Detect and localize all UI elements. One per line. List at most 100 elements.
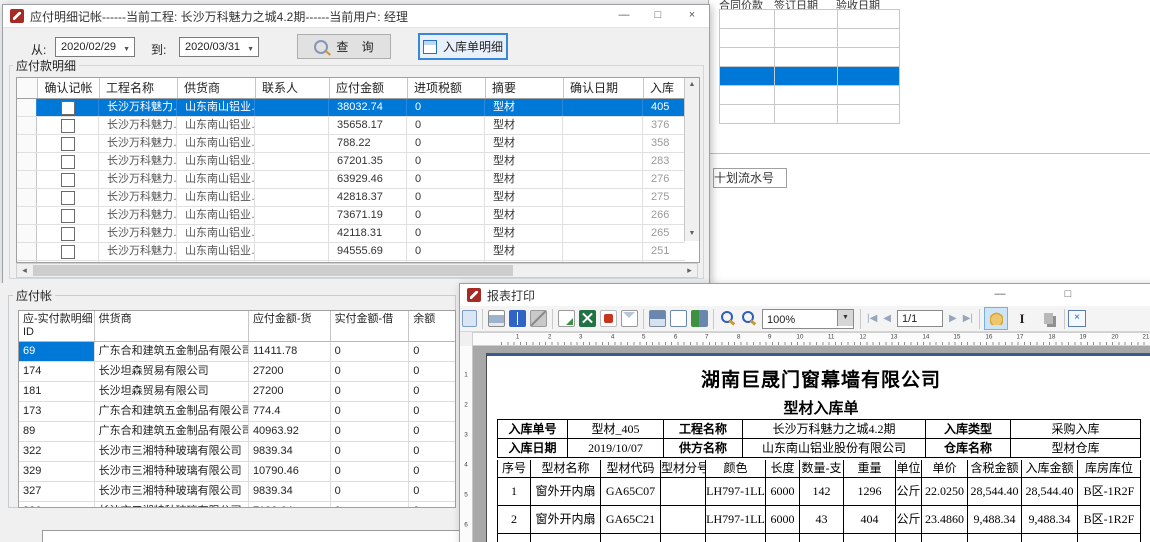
page-number-input[interactable]: 1/1 xyxy=(897,310,943,327)
export-icon[interactable] xyxy=(558,310,575,327)
from-date-combobox[interactable]: 2020/02/29 ▼ xyxy=(55,37,135,57)
multi-page-view-icon[interactable] xyxy=(691,310,708,327)
table-row[interactable]: 327 长沙市三湘特种玻璃有限公司 9839.34 0 0 xyxy=(19,482,455,502)
column-header[interactable]: 摘要 xyxy=(486,78,564,98)
scroll-down-icon[interactable]: ▼ xyxy=(685,227,699,241)
confirm-checkbox[interactable] xyxy=(61,173,75,187)
minimize-button[interactable]: — xyxy=(607,5,641,27)
vertical-scrollbar[interactable]: ▲ ▼ xyxy=(684,78,699,241)
confirm-checkbox[interactable] xyxy=(61,137,75,151)
column-header[interactable]: 实付金额-借 xyxy=(331,311,410,341)
prev-page-button[interactable]: ◀ xyxy=(883,313,891,324)
titlebar[interactable]: 应付明细记帐------当前工程: 长沙万科魅力之城4.2期------当前用户… xyxy=(3,5,709,28)
zoom-select[interactable]: 100% ▼ xyxy=(762,309,854,329)
page-setup-icon[interactable] xyxy=(509,310,526,327)
table-row[interactable]: 长沙万科魅力… 山东南山铝业… 35658.17 0 型材 376 xyxy=(17,117,685,135)
table-row[interactable]: 173 广东合和建筑五金制品有限公司 774.4 0 0 xyxy=(19,402,455,422)
table-row[interactable]: 181 长沙坦森贸易有限公司 27200 0 0 xyxy=(19,382,455,402)
minimize-button[interactable]: — xyxy=(983,284,1017,306)
table-row[interactable]: 长沙万科魅力… 山东南山铝业… 42818.37 0 型材 275 xyxy=(17,189,685,207)
confirm-cell xyxy=(37,171,99,188)
close-preview-button[interactable]: × xyxy=(1068,310,1086,327)
confirm-checkbox[interactable] xyxy=(61,191,75,205)
confirm-checkbox[interactable] xyxy=(61,209,75,223)
table-header-row: 确认记帐工程名称供货商联系人应付金额进项税额摘要确认日期入库 xyxy=(17,78,699,99)
column-header[interactable]: 进项税额 xyxy=(408,78,486,98)
excel-export-icon[interactable] xyxy=(579,310,596,327)
confirm-checkbox[interactable] xyxy=(61,227,75,241)
horizontal-scrollbar[interactable]: ◂ ▸ xyxy=(16,263,698,278)
table-row[interactable] xyxy=(720,29,900,48)
zoom-in-icon[interactable] xyxy=(719,310,736,327)
table-row[interactable] xyxy=(720,10,900,29)
print-icon[interactable] xyxy=(488,310,505,327)
table-row[interactable]: 长沙万科魅力… 山东南山铝业… 94555.69 0 型材 251 xyxy=(17,243,685,261)
preview-area[interactable]: 123456 湖南巨晟门窗幕墙有限公司 型材入库单 入库单号 型材_405 工程… xyxy=(460,346,1150,542)
text-select-tool-button[interactable]: I xyxy=(1010,307,1034,330)
confirm-checkbox[interactable] xyxy=(61,119,75,133)
column-header[interactable]: 入库 xyxy=(644,78,686,98)
confirm-checkbox[interactable] xyxy=(61,101,75,115)
maximize-button[interactable]: □ xyxy=(1051,284,1085,306)
column-header[interactable]: 工程名称 xyxy=(100,78,178,98)
column-header[interactable]: 应付金额 xyxy=(330,78,408,98)
table-row[interactable] xyxy=(720,105,900,124)
inbound-detail-button[interactable]: 入库单明细 xyxy=(418,33,508,60)
last-page-button[interactable]: ▶| xyxy=(963,313,973,324)
table-row[interactable]: 长沙万科魅力… 山东南山铝业… 73671.19 0 型材 266 xyxy=(17,207,685,225)
column-header[interactable]: 联系人 xyxy=(256,78,330,98)
table-row[interactable]: 长沙万科魅力… 山东南山铝业… 788.22 0 型材 358 xyxy=(17,135,685,153)
table-row[interactable]: 69 广东合和建筑五金制品有限公司 11411.78 0 0 xyxy=(19,342,455,362)
copy-page-button[interactable] xyxy=(1036,307,1060,330)
scroll-up-icon[interactable]: ▲ xyxy=(685,78,699,92)
table-row[interactable]: 326 长沙市三湘特种玻璃有限公司 7193.64 0 0 xyxy=(19,502,455,508)
table-row[interactable] xyxy=(720,86,900,105)
pdf-export-icon[interactable] xyxy=(600,310,617,327)
single-page-view-icon[interactable] xyxy=(670,310,687,327)
contact-cell xyxy=(255,225,329,242)
column-header[interactable]: 供货商 xyxy=(178,78,256,98)
table-row[interactable]: 89 广东合和建筑五金制品有限公司 40963.92 0 0 xyxy=(19,422,455,442)
length-cell: 6000 xyxy=(766,478,800,505)
confirm-checkbox[interactable] xyxy=(61,245,75,259)
column-header[interactable]: 应-实付款明细ID xyxy=(19,311,95,341)
chevron-down-icon[interactable]: ▼ xyxy=(837,310,853,326)
table-row[interactable]: 长沙万科魅力… 山东南山铝业… 67201.35 0 型材 283 xyxy=(17,153,685,171)
column-header[interactable]: 余额 xyxy=(409,311,455,341)
close-button[interactable]: × xyxy=(1145,284,1150,306)
next-page-button[interactable]: ▶ xyxy=(949,313,957,324)
zoom-out-icon[interactable] xyxy=(740,310,757,327)
scroll-left-icon[interactable]: ◂ xyxy=(17,264,32,277)
table-row-selected[interactable] xyxy=(720,67,900,86)
confirm-checkbox[interactable] xyxy=(61,155,75,169)
table-row[interactable]: 长沙万科魅力… 山东南山铝业… 63929.46 0 型材 276 xyxy=(17,171,685,189)
divider xyxy=(709,153,1150,154)
sidebar-toggle-icon[interactable] xyxy=(462,310,477,327)
column-header[interactable]: 供货商 xyxy=(95,311,249,341)
scrollbar-thumb[interactable] xyxy=(33,265,513,276)
query-button[interactable]: 查 询 xyxy=(297,34,391,59)
table-row[interactable] xyxy=(720,48,900,67)
hand-tool-button[interactable] xyxy=(984,307,1008,330)
table-row[interactable]: 长沙万科魅力… 山东南山铝业… 38032.74 0 型材 405 xyxy=(17,99,685,117)
table-row[interactable]: 174 长沙坦森贸易有限公司 27200 0 0 xyxy=(19,362,455,382)
print-layout-icon[interactable] xyxy=(649,310,666,327)
tax-cell: 0 xyxy=(407,171,485,188)
close-button[interactable]: × xyxy=(675,5,709,27)
titlebar[interactable]: 报表打印 — □ × xyxy=(460,284,1150,307)
tools-icon[interactable] xyxy=(530,310,547,327)
id-cell: 181 xyxy=(19,382,95,401)
table-row[interactable]: 长沙万科魅力… 山东南山铝业… 3895.84 0 型材 250 xyxy=(17,261,685,262)
table-row[interactable]: 329 长沙市三湘特种玻璃有限公司 10790.46 0 0 xyxy=(19,462,455,482)
email-icon[interactable] xyxy=(621,310,638,327)
column-header[interactable]: 确认日期 xyxy=(564,78,644,98)
to-date-combobox[interactable]: 2020/03/31 ▼ xyxy=(179,37,259,57)
scroll-right-icon[interactable]: ▸ xyxy=(682,264,697,277)
first-page-button[interactable]: |◀ xyxy=(867,313,877,324)
table-row[interactable]: 322 长沙市三湘特种玻璃有限公司 9839.34 0 0 xyxy=(19,442,455,462)
maximize-button[interactable]: □ xyxy=(641,5,675,27)
column-header[interactable]: 确认记帐 xyxy=(38,78,100,98)
column-header[interactable]: 应付金额-货 xyxy=(249,311,331,341)
table-row[interactable]: 长沙万科魅力… 山东南山铝业… 42118.31 0 型材 265 xyxy=(17,225,685,243)
amount-cell: 788.22 xyxy=(329,135,407,152)
